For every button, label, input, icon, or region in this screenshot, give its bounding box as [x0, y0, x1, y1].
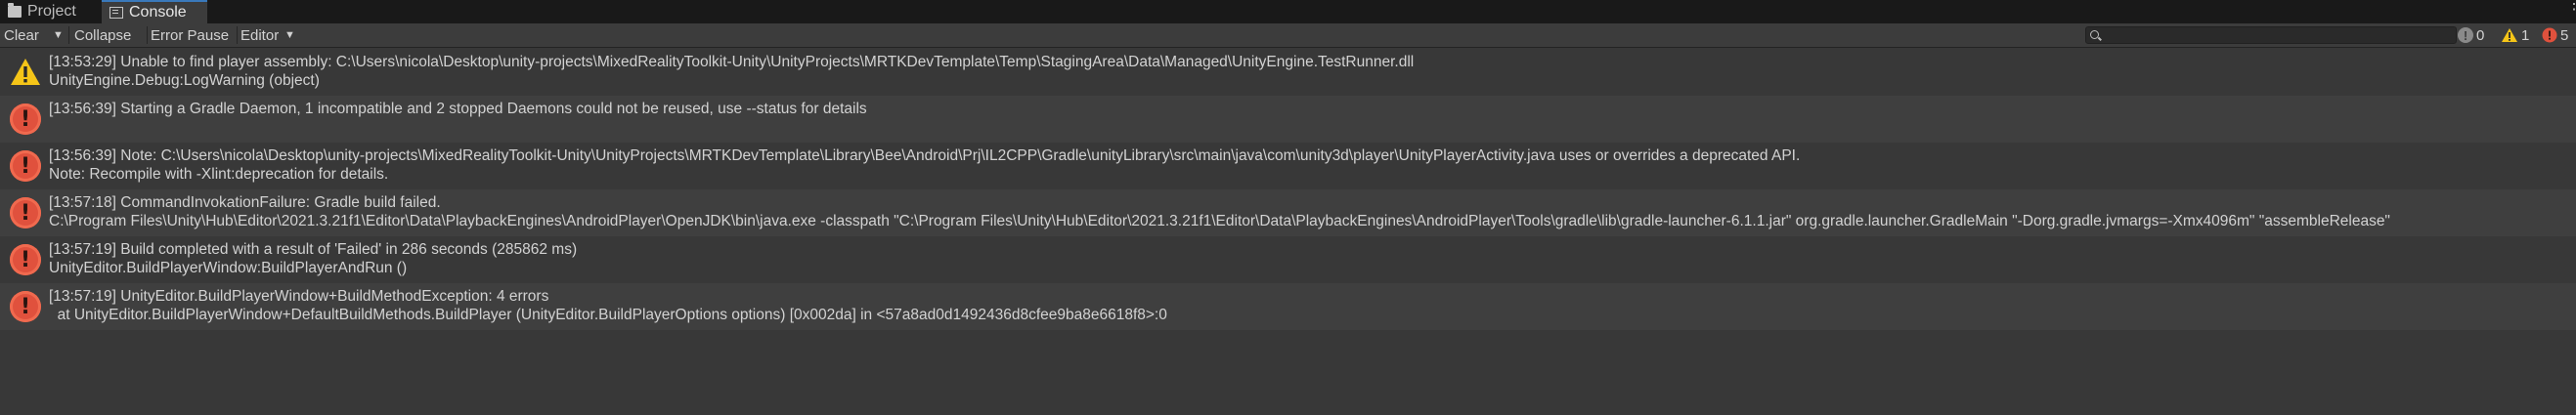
toolbar-divider [147, 26, 148, 44]
log-message: [13:56:39] Note: C:\Users\nicola\Desktop… [49, 146, 1800, 184]
log-line-2: C:\Program Files\Unity\Hub\Editor\2021.3… [49, 213, 2390, 229]
log-message: [13:57:19] Build completed with a result… [49, 240, 577, 277]
editor-dropdown-chevron-icon[interactable]: ▼ [284, 23, 295, 47]
log-entry[interactable]: ! [13:57:19] Build completed with a resu… [0, 236, 2576, 283]
log-line-1: [13:56:39] Starting a Gradle Daemon, 1 i… [49, 101, 867, 117]
log-entry[interactable]: ! [13:56:39] Starting a Gradle Daemon, 1… [0, 96, 2576, 143]
log-entry[interactable]: ! [13:57:19] UnityEditor.BuildPlayerWind… [0, 283, 2576, 330]
error-count-toggle[interactable]: 5 [2542, 25, 2568, 45]
log-line-1: [13:56:39] Note: C:\Users\nicola\Desktop… [49, 147, 1801, 164]
log-line-1: [13:57:18] CommandInvokationFailure: Gra… [49, 194, 441, 211]
error-icon: ! [10, 197, 41, 228]
info-count-toggle[interactable]: ! 0 [2458, 25, 2484, 45]
tab-project-label: Project [27, 3, 76, 20]
toolbar-divider [68, 26, 69, 44]
editor-dropdown[interactable]: Editor [240, 23, 279, 47]
info-icon: ! [2458, 27, 2473, 43]
tab-project[interactable]: Project [0, 0, 98, 23]
warning-icon [11, 59, 40, 85]
warning-count-toggle[interactable]: 1 [2501, 25, 2529, 45]
log-line-1: [13:57:19] UnityEditor.BuildPlayerWindow… [49, 288, 549, 305]
clear-dropdown-chevron-icon[interactable]: ▼ [53, 23, 64, 47]
error-icon: ! [10, 244, 41, 275]
error-icon: ! [10, 291, 41, 322]
log-line-2: Note: Recompile with -Xlint:deprecation … [49, 166, 389, 183]
error-icon: ! [10, 104, 41, 135]
collapse-toggle[interactable]: Collapse [74, 23, 131, 47]
log-line-2: at UnityEditor.BuildPlayerWindow+Default… [49, 307, 1167, 323]
folder-icon [8, 3, 22, 18]
clear-button[interactable]: Clear [4, 23, 39, 47]
error-count: 5 [2560, 26, 2569, 44]
log-message: [13:56:39] Starting a Gradle Daemon, 1 i… [49, 100, 867, 118]
warning-count: 1 [2521, 26, 2530, 44]
error-pause-toggle[interactable]: Error Pause [151, 23, 229, 47]
error-icon [2542, 27, 2557, 43]
toolbar-divider [237, 26, 238, 44]
more-options-icon[interactable]: ⋮ [2566, 0, 2576, 13]
search-field[interactable] [2085, 26, 2457, 45]
search-input[interactable] [2104, 27, 2450, 45]
log-message: [13:57:19] UnityEditor.BuildPlayerWindow… [49, 287, 1167, 324]
log-line-1: [13:57:19] Build completed with a result… [49, 241, 578, 258]
log-empty-area [0, 330, 2576, 415]
console-toolbar: Clear ▼ Collapse Error Pause Editor ▼ ! … [0, 23, 2576, 48]
console-log-list: [13:53:29] Unable to find player assembl… [0, 49, 2576, 330]
tab-console-label: Console [129, 4, 187, 21]
tab-bar: Project Console ⋮ [0, 0, 2576, 24]
info-count: 0 [2476, 26, 2485, 44]
log-message: [13:57:18] CommandInvokationFailure: Gra… [49, 193, 2390, 230]
log-entry[interactable]: ! [13:56:39] Note: C:\Users\nicola\Deskt… [0, 143, 2576, 189]
console-icon [109, 7, 123, 19]
warning-icon [2502, 28, 2517, 42]
log-line-2: UnityEngine.Debug:LogWarning (object) [49, 72, 320, 89]
log-entry[interactable]: [13:53:29] Unable to find player assembl… [0, 49, 2576, 96]
log-line-2: UnityEditor.BuildPlayerWindow:BuildPlaye… [49, 260, 408, 276]
tab-console[interactable]: Console [102, 0, 207, 23]
error-icon: ! [10, 150, 41, 182]
log-entry[interactable]: ! [13:57:18] CommandInvokationFailure: G… [0, 189, 2576, 236]
log-line-1: [13:53:29] Unable to find player assembl… [49, 54, 1415, 70]
log-message: [13:53:29] Unable to find player assembl… [49, 53, 1414, 90]
search-icon [2090, 30, 2099, 39]
